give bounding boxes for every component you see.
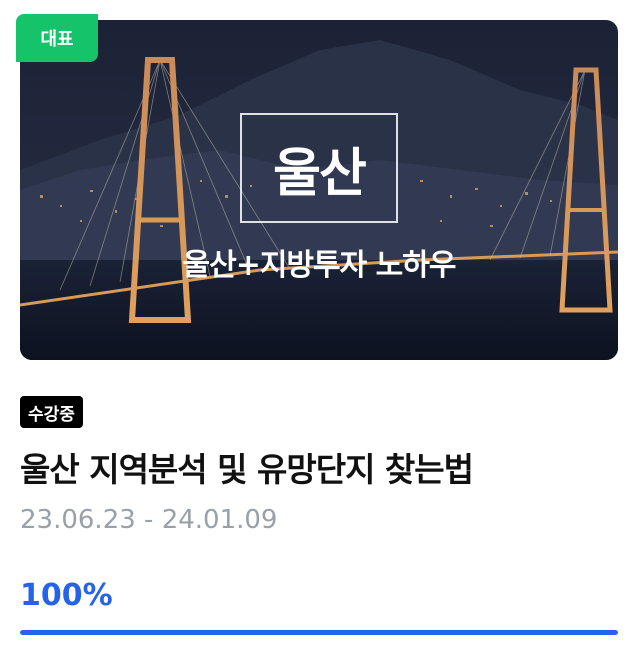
representative-badge: 대표 bbox=[16, 14, 98, 62]
progress-bar-fill bbox=[20, 630, 618, 635]
progress-percentage: 100% bbox=[20, 578, 113, 613]
thumbnail-subtitle: 울산+지방투자 노하우 bbox=[182, 248, 457, 283]
course-title[interactable]: 울산 지역분석 및 유망단지 찾는법 bbox=[20, 443, 474, 491]
thumbnail-title: 울산 bbox=[273, 143, 367, 204]
course-card[interactable]: 대표 울산 울산+지방투자 노하우 수강중 울산 지역분석 및 유망단지 찾는법… bbox=[0, 0, 640, 655]
date-range: 23.06.23 - 24.01.09 bbox=[20, 505, 278, 535]
status-badge: 수강중 bbox=[20, 396, 83, 428]
thumbnail-title-box: 울산 bbox=[240, 113, 398, 223]
progress-bar bbox=[20, 630, 618, 635]
